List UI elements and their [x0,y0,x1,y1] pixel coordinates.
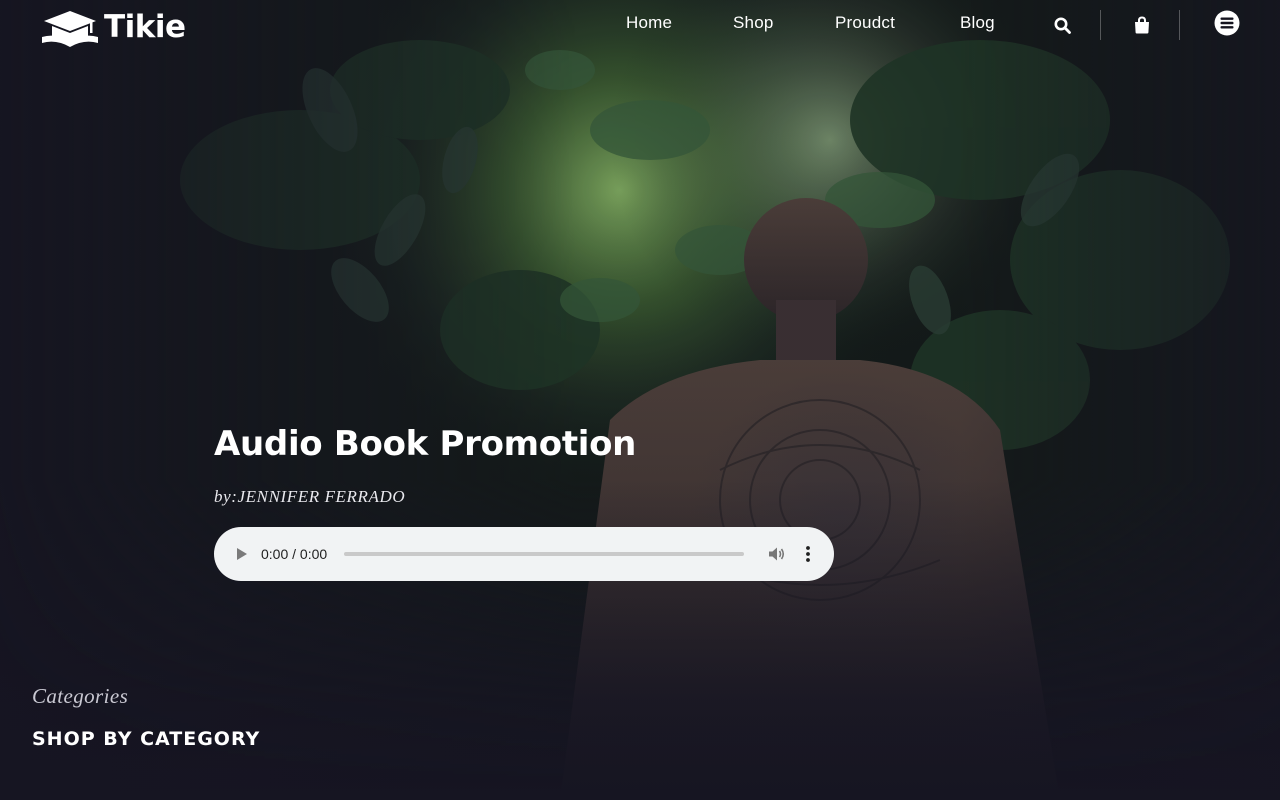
book-cap-icon [42,11,98,47]
cart-button[interactable] [1130,12,1154,38]
audio-play-button[interactable] [232,544,252,564]
site-header: Tikie Home Shop Proudct Blog [0,0,1280,50]
audio-progress-bar[interactable] [344,552,744,556]
header-divider [1179,10,1180,40]
search-icon [1054,17,1071,34]
nav-product[interactable]: Proudct [835,13,895,33]
more-options-icon [806,546,810,562]
hero-background-image [0,0,1280,800]
hero-title: Audio Book Promotion [214,424,637,464]
hamburger-menu-icon [1214,10,1240,36]
audio-volume-button[interactable] [766,543,788,565]
nav-shop[interactable]: Shop [733,13,774,33]
header-divider [1100,10,1101,40]
shopping-bag-icon [1135,16,1149,34]
page: Tikie Home Shop Proudct Blog Audio Book … [0,0,1280,800]
audio-more-options-button[interactable] [798,543,818,565]
categories-eyebrow: Categories [32,684,129,708]
brand-name: Tikie [104,9,186,45]
brand-logo[interactable]: Tikie [40,7,186,49]
audio-player: 0:00 / 0:00 [214,527,834,581]
search-button[interactable] [1050,12,1074,38]
audio-time-display: 0:00 / 0:00 [261,546,328,562]
volume-icon [769,547,785,561]
nav-home[interactable]: Home [626,13,672,33]
hero-author: by:JENNIFER FERRADO [214,487,406,506]
menu-button[interactable] [1213,9,1241,37]
play-icon [237,548,247,560]
nav-blog[interactable]: Blog [960,13,995,33]
categories-heading: SHOP BY CATEGORY [32,728,261,750]
